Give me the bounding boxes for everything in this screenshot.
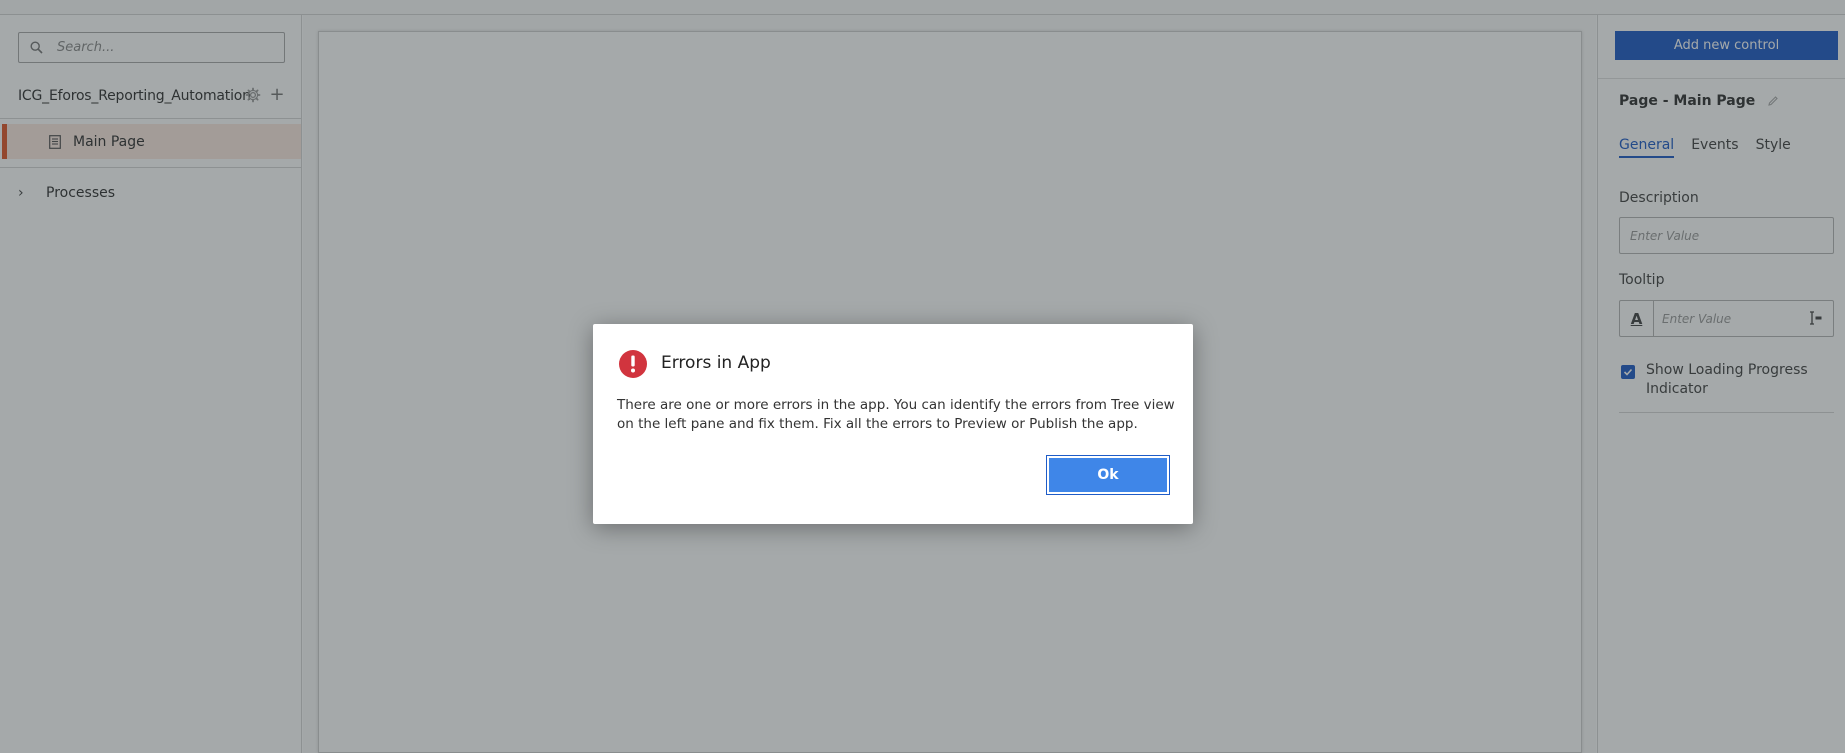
ok-button[interactable]: Ok — [1049, 458, 1167, 492]
dialog-message: There are one or more errors in the app.… — [617, 397, 1175, 432]
ok-button-focus-ring: Ok — [1046, 455, 1170, 495]
error-icon — [619, 350, 647, 378]
dialog-title: Errors in App — [661, 353, 771, 373]
error-dialog: Errors in App There are one or more erro… — [593, 324, 1193, 524]
